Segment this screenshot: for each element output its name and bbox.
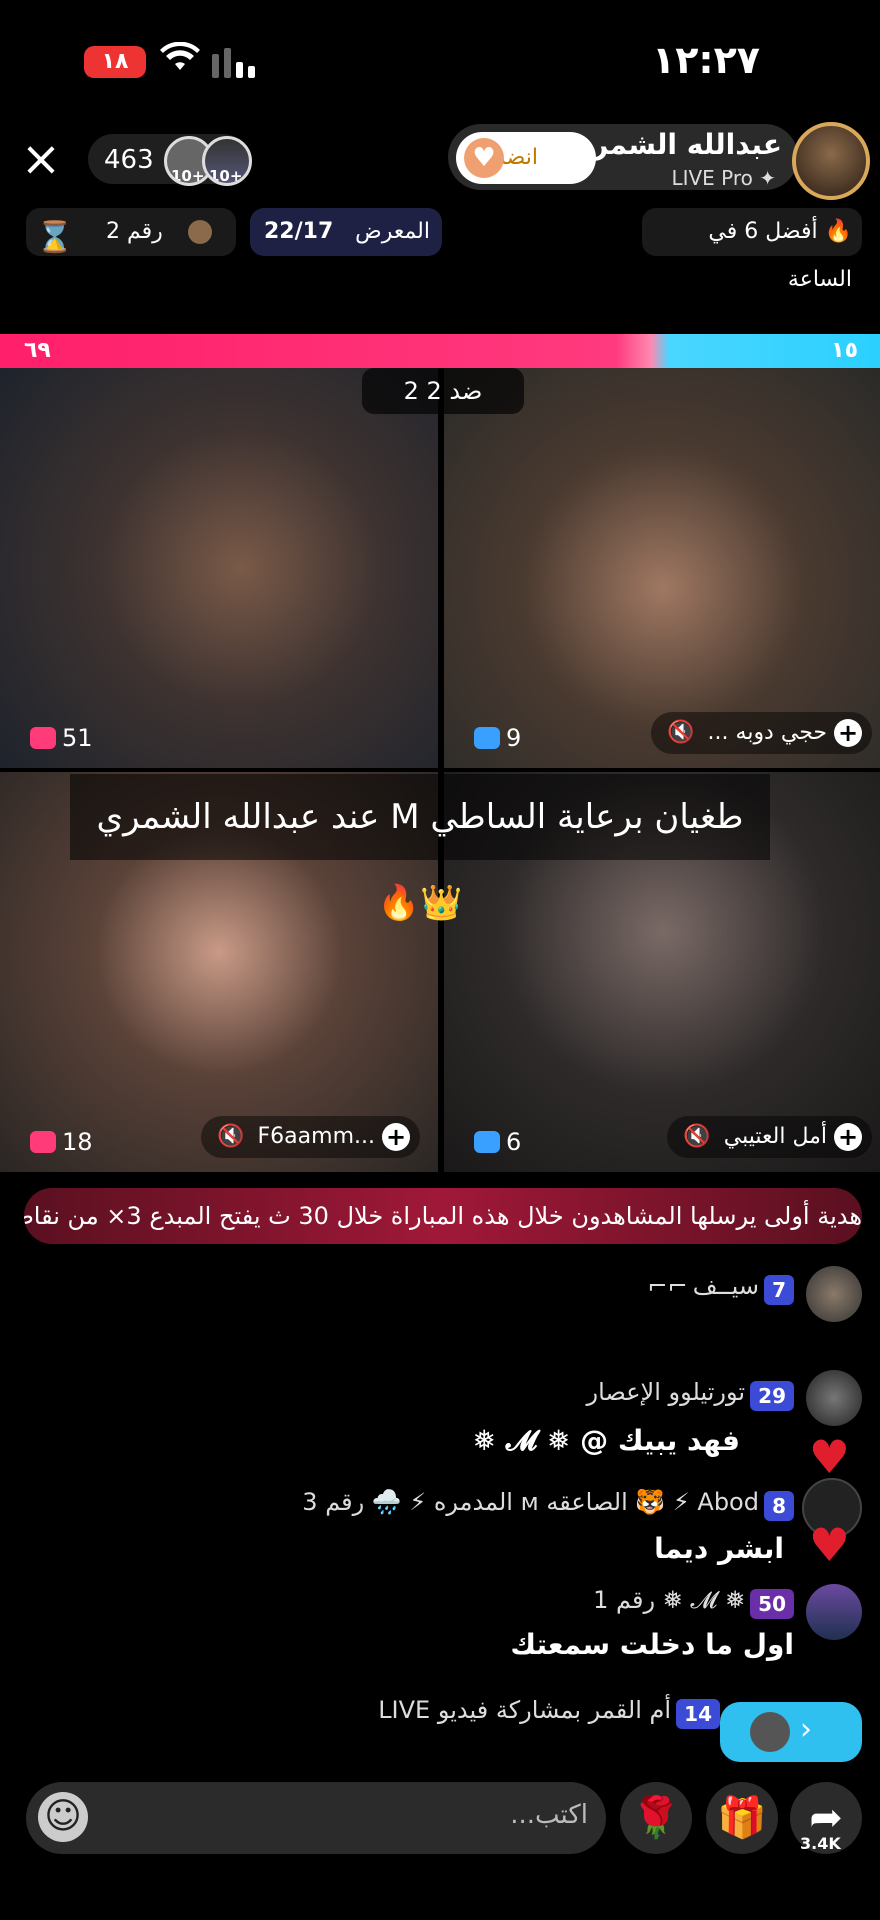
host-avatar[interactable]	[792, 122, 870, 200]
video-tile-2[interactable]: 9 + حجي دوبه ... 🔇	[444, 368, 880, 768]
live-avatar	[750, 1712, 790, 1752]
gift-score-icon	[30, 727, 56, 749]
level-badge: 7	[764, 1274, 794, 1305]
rank-avatar	[188, 220, 212, 244]
chat-text: اول ما دخلت سمعتك	[510, 1628, 794, 1661]
rank-chip[interactable]: ⌛ رقم 2	[26, 208, 236, 256]
participant-name: F6aamm...	[257, 1124, 375, 1149]
chat-message: 14 أم القمر بمشاركة فيديو LIVE	[378, 1696, 720, 1729]
mute-icon: 🔇	[217, 1124, 245, 1149]
fire-icon: 🔥	[817, 219, 852, 244]
gallery-value: 22/17	[264, 219, 334, 244]
tile-name-pill[interactable]: + أمل العتيبي 🔇	[667, 1116, 872, 1158]
viewer-avatar[interactable]: 10+	[202, 136, 252, 186]
gift-score-icon	[474, 727, 500, 749]
heart-plus-icon: ♥	[464, 138, 504, 178]
level-badge: 14	[676, 1698, 720, 1729]
hourglass-icon: ⌛	[36, 220, 74, 255]
add-icon[interactable]: +	[382, 1123, 410, 1151]
share-button[interactable]: ➦ 3.4K	[790, 1782, 862, 1854]
viewer-count: 463	[104, 145, 154, 175]
rose-gift-button[interactable]: 🌹	[620, 1782, 692, 1854]
participant-name: أمل العتيبي	[723, 1124, 827, 1149]
chat-username[interactable]: Abod ⚡ 🐯 الصاعقه ᴍ المدمره ⚡ 🌧️ رقم 3	[302, 1488, 759, 1516]
best-hour-chip[interactable]: 🔥 أفضل 6 في الساعة	[642, 208, 862, 292]
gift-score-icon	[474, 1131, 500, 1153]
participant-name: حجي دوبه ...	[707, 720, 827, 745]
level-badge: 29	[750, 1380, 794, 1411]
chat-message: 29 تورتيلوو الإعصار	[587, 1378, 794, 1411]
host-name[interactable]: عبدالله الشمري	[567, 128, 782, 161]
best-hour-label: 🔥 أفضل 6 في الساعة	[708, 219, 852, 292]
tile-name-pill[interactable]: + حجي دوبه ... 🔇	[651, 712, 872, 754]
rank-label: رقم 2	[106, 219, 163, 244]
chat-avatar[interactable]	[806, 1266, 862, 1322]
chat-text: ابشر ديما	[654, 1532, 784, 1565]
promo-bar[interactable]: هدية أولى يرسلها المشاهدون خلال هذه المب…	[24, 1188, 862, 1244]
heart-icon: ♥	[808, 1518, 850, 1572]
chevron-right-icon: ›	[800, 1712, 812, 1747]
vs-badge: 2 ضد 2	[362, 368, 524, 414]
battery-icon: ١٨	[84, 46, 146, 78]
chat-extra: ⌐⌐	[647, 1272, 688, 1300]
live-share-popup[interactable]: ›	[720, 1702, 862, 1762]
chat-message: 50 ❅ 𝓜 ❅ رقم 1	[593, 1586, 794, 1619]
chat-username[interactable]: ❅ 𝓜 ❅ رقم 1	[593, 1586, 745, 1614]
join-button[interactable]: انضمام ♥	[456, 132, 596, 184]
gift-score-icon	[30, 1131, 56, 1153]
mute-icon: 🔇	[667, 720, 695, 745]
tile-name-pill[interactable]: 🔇 F6aamm... +	[201, 1116, 420, 1158]
host-subtitle: LIVE Pro ✦	[671, 166, 776, 190]
chat-message: 7 سيــف ⌐⌐	[647, 1272, 794, 1305]
add-icon[interactable]: +	[834, 719, 862, 747]
level-badge: 8	[764, 1490, 794, 1521]
chat-username[interactable]: تورتيلوو الإعصار	[587, 1378, 746, 1406]
tile-score: 6	[474, 1128, 521, 1156]
mute-icon: 🔇	[683, 1124, 711, 1149]
add-icon[interactable]: +	[834, 1123, 862, 1151]
tile-score: 9	[474, 724, 521, 752]
battle-score-bar	[0, 334, 880, 368]
comment-placeholder: اكتب...	[510, 1800, 588, 1830]
close-button[interactable]: ×	[18, 135, 64, 183]
share-count: 3.4K	[800, 1834, 841, 1853]
gallery-chip[interactable]: 22/17 المعرض	[250, 208, 442, 256]
tile-score: 51	[30, 724, 93, 752]
gallery-label: المعرض	[355, 219, 430, 244]
status-time: ١٢:٢٧	[652, 38, 760, 82]
signal-icon	[212, 48, 255, 78]
heart-icon: ♥	[808, 1430, 850, 1484]
rose-icon: 🌹	[631, 1795, 681, 1841]
tile-score: 18	[30, 1128, 93, 1156]
chat-message: 8 Abod ⚡ 🐯 الصاعقه ᴍ المدمره ⚡ 🌧️ رقم 3	[302, 1488, 794, 1521]
battle-right-score: ١٥	[831, 338, 858, 363]
chat-username[interactable]: أم القمر بمشاركة فيديو LIVE	[378, 1696, 671, 1724]
level-badge: 50	[750, 1588, 794, 1619]
chat-text: فهد يبيك @ ❅ 𝓜 ❅	[472, 1424, 740, 1457]
chat-avatar[interactable]	[806, 1370, 862, 1426]
gift-button[interactable]: 🎁	[706, 1782, 778, 1854]
chat-username[interactable]: سيــف	[693, 1272, 759, 1300]
battle-left-score: ٦٩	[24, 338, 51, 363]
sponsor-banner: طغيان برعاية الساطي M عند عبدالله الشمري…	[70, 774, 770, 923]
chat-avatar[interactable]	[806, 1584, 862, 1640]
gift-icon: 🎁	[717, 1795, 767, 1841]
wifi-icon	[160, 41, 200, 83]
video-tile-1[interactable]: 51	[0, 368, 438, 768]
emoji-icon[interactable]: ☺	[38, 1792, 88, 1842]
